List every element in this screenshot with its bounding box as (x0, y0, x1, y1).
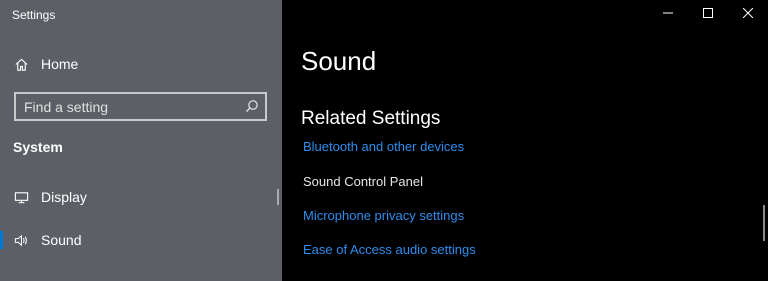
monitor-icon (13, 189, 29, 205)
maximize-icon (703, 5, 713, 23)
sidebar-item-label: Display (41, 189, 87, 205)
sidebar-item-home[interactable]: Home (0, 47, 282, 81)
sidebar-item-label: Sound (41, 232, 82, 248)
sidebar-item-label: Home (41, 56, 79, 72)
search-input[interactable] (24, 94, 234, 119)
sidebar: Settings Home System Display (0, 0, 282, 281)
maximize-button[interactable] (688, 0, 728, 28)
sidebar-item-sound[interactable]: Sound (0, 223, 282, 257)
home-icon (13, 56, 29, 72)
sidebar-item-display[interactable]: Display (0, 180, 282, 214)
active-indicator (0, 231, 3, 249)
link-microphone-privacy[interactable]: Microphone privacy settings (303, 208, 464, 223)
link-bluetooth-devices[interactable]: Bluetooth and other devices (303, 139, 464, 154)
page-title: Sound (301, 46, 377, 76)
app-title: Settings (12, 8, 56, 22)
section-header: System (13, 139, 63, 155)
search-box[interactable] (14, 92, 267, 121)
minimize-icon (663, 5, 673, 23)
minimize-button[interactable] (648, 0, 688, 28)
link-sound-control-panel[interactable]: Sound Control Panel (303, 174, 423, 189)
link-ease-of-access-audio[interactable]: Ease of Access audio settings (303, 242, 476, 257)
close-button[interactable] (728, 0, 768, 28)
speaker-icon (13, 232, 29, 248)
main-content: Sound Related Settings Bluetooth and oth… (282, 0, 768, 281)
related-settings-heading: Related Settings (301, 108, 441, 129)
close-icon (742, 5, 754, 23)
main-scrollbar[interactable] (763, 205, 765, 241)
search-icon[interactable] (245, 99, 259, 113)
window-controls (648, 0, 768, 28)
sidebar-scrollbar[interactable] (277, 189, 279, 205)
